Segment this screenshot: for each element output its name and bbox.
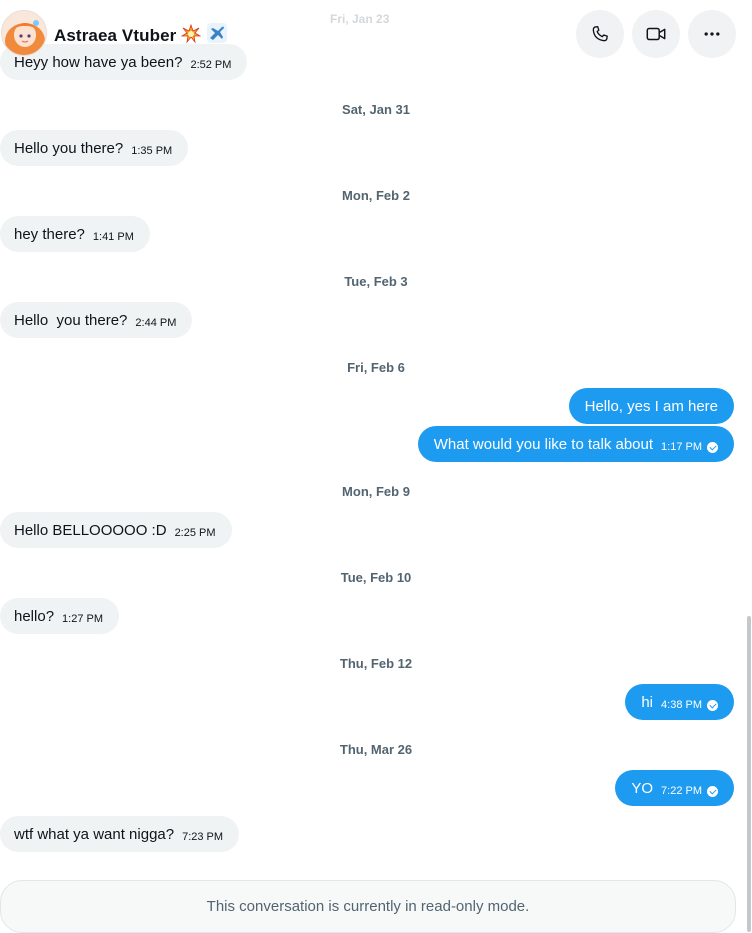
message-time: 4:38 PM xyxy=(661,699,702,711)
message-bubble-outgoing[interactable]: What would you like to talk about 1:17 P… xyxy=(417,426,734,462)
read-check-icon xyxy=(707,699,718,711)
date-separator: Tue, Feb 3 xyxy=(344,274,408,289)
read-check-icon xyxy=(707,785,718,797)
message-text: Hello, yes I am here xyxy=(584,397,718,415)
phone-icon xyxy=(592,26,608,42)
message-time: 1:27 PM xyxy=(62,613,104,625)
phone-call-button[interactable] xyxy=(576,10,624,58)
message-time: 2:25 PM xyxy=(174,527,216,539)
message-bubble-incoming[interactable]: hello? 1:27 PM xyxy=(0,598,120,634)
message-text: wtf what ya want nigga? xyxy=(14,825,175,843)
date-separator: Mon, Feb 9 xyxy=(342,484,410,499)
message-bubble-incoming[interactable]: Hello BELLOOOOO :D 2:25 PM xyxy=(0,512,232,548)
message-text: Hello BELLOOOOO :D xyxy=(14,521,167,539)
message-time: 1:41 PM xyxy=(92,231,134,243)
message-text: Hello you there? xyxy=(14,311,128,329)
date-separator: Thu, Mar 26 xyxy=(339,742,413,757)
message-bubble-incoming[interactable]: hey there? 1:41 PM xyxy=(0,216,150,252)
video-call-button[interactable] xyxy=(632,10,680,58)
read-check-icon xyxy=(707,441,718,453)
message-time: 7:23 PM xyxy=(182,831,224,843)
date-separator: Sat, Jan 31 xyxy=(342,102,410,117)
avatar-image xyxy=(2,11,46,55)
airplane-icon xyxy=(206,22,228,49)
date-separator: Thu, Feb 12 xyxy=(339,656,413,671)
message-bubble-outgoing[interactable]: hi 4:38 PM xyxy=(625,684,734,720)
read-only-notice: This conversation is currently in read-o… xyxy=(0,880,736,933)
more-icon xyxy=(704,32,720,36)
message-time: 1:35 PM xyxy=(131,145,173,157)
message-text: hi xyxy=(641,693,654,711)
message-bubble-outgoing[interactable]: Hello, yes I am here xyxy=(568,388,734,424)
video-icon xyxy=(646,27,666,41)
scrollbar[interactable] xyxy=(747,616,751,932)
message-bubble-incoming[interactable]: wtf what ya want nigga? 7:23 PM xyxy=(0,816,240,852)
message-text: hello? xyxy=(14,607,55,625)
date-separator: Tue, Feb 10 xyxy=(340,570,412,585)
contact-name-text: Astraea Vtuber xyxy=(54,26,177,45)
collision-icon xyxy=(180,23,202,49)
message-bubble-incoming[interactable]: Hello you there? 2:44 PM xyxy=(0,302,193,338)
conversation-header: Fri, Jan 23 Astraea Vtuber xyxy=(0,0,752,68)
more-options-button[interactable] xyxy=(688,10,736,58)
message-text: hey there? xyxy=(14,225,85,243)
date-separator: Mon, Feb 2 xyxy=(342,188,410,203)
message-time: 7:22 PM xyxy=(661,785,702,797)
message-bubble-incoming[interactable]: Hello you there? 1:35 PM xyxy=(0,130,189,166)
message-time: 2:44 PM xyxy=(135,317,177,329)
message-text: What would you like to talk about xyxy=(433,435,654,453)
avatar[interactable] xyxy=(1,10,47,56)
message-bubble-outgoing[interactable]: YO 7:22 PM xyxy=(615,770,734,806)
date-separator: Fri, Feb 6 xyxy=(347,360,405,375)
message-text: Hello you there? xyxy=(14,139,124,157)
faded-date-label: Fri, Jan 23 xyxy=(330,12,390,26)
message-text: YO xyxy=(631,779,654,797)
read-only-text: This conversation is currently in read-o… xyxy=(206,898,530,915)
contact-name[interactable]: Astraea Vtuber xyxy=(54,22,228,49)
message-time: 1:17 PM xyxy=(661,441,702,453)
